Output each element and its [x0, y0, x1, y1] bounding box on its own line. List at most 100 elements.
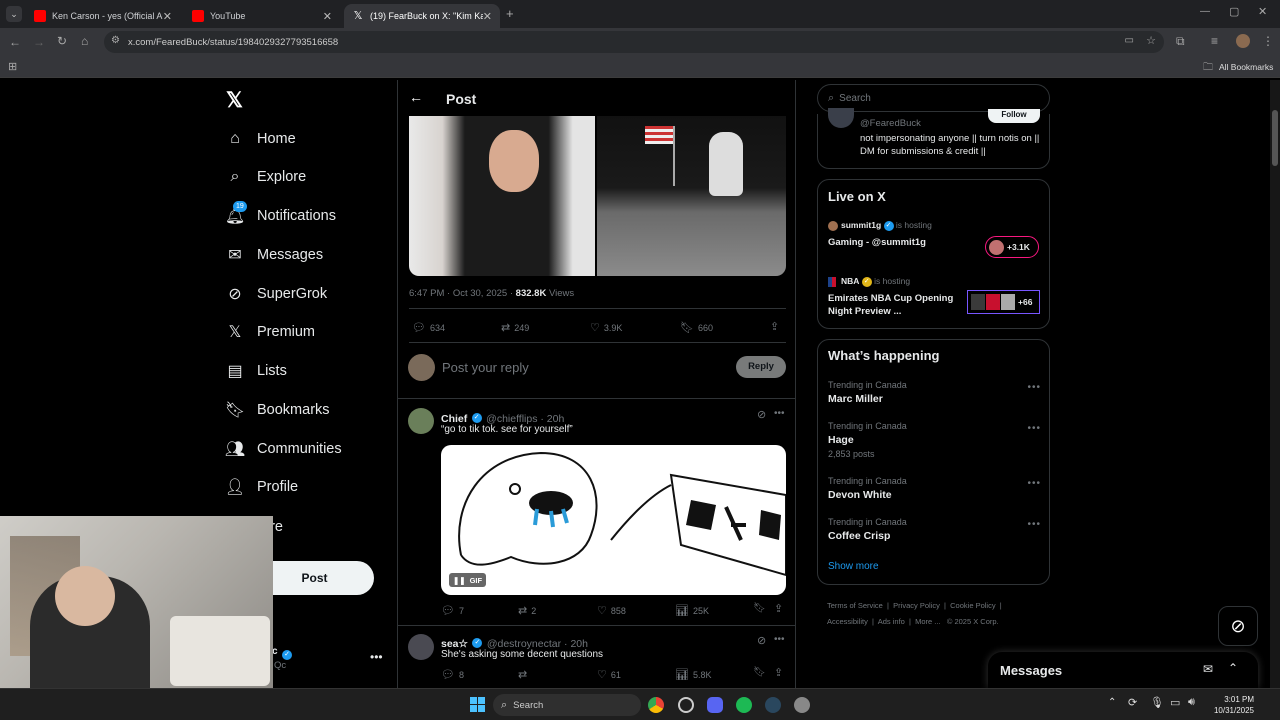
- settings-icon[interactable]: [794, 697, 810, 713]
- more-icon[interactable]: •••: [774, 408, 785, 419]
- reload-icon[interactable]: ↻: [57, 34, 67, 48]
- mic-icon[interactable]: 🎙︎: [1150, 696, 1164, 709]
- trend-item[interactable]: Trending in Canada Marc Miller •••: [828, 380, 1041, 416]
- repost-action[interactable]: ⇄ 2: [518, 604, 536, 617]
- nav-supergrok[interactable]: ⊘ SuperGrok: [225, 279, 327, 309]
- spotify-icon[interactable]: [736, 697, 752, 713]
- media-icon[interactable]: ≡: [1211, 34, 1218, 48]
- apps-grid-icon[interactable]: ⊞: [8, 60, 17, 73]
- volume-icon[interactable]: 🔊︎: [1188, 696, 1195, 709]
- share-action[interactable]: ⇪: [770, 320, 783, 333]
- pause-icon[interactable]: ❚❚: [453, 576, 466, 585]
- start-button[interactable]: [470, 697, 485, 712]
- like-action[interactable]: ♡ 3.9K: [590, 321, 622, 334]
- all-bookmarks-link[interactable]: All Bookmarks: [1219, 62, 1273, 72]
- nav-messages[interactable]: ✉ Messages: [225, 240, 323, 270]
- new-tab-icon[interactable]: +: [506, 6, 514, 21]
- trend-item[interactable]: Trending in Canada Coffee Crisp •••: [828, 517, 1041, 553]
- post-image-right[interactable]: [597, 116, 786, 276]
- tray-chevron-icon[interactable]: ⌃: [1108, 697, 1116, 708]
- grok-button[interactable]: ⊘: [1218, 606, 1258, 646]
- bookmark-star-icon[interactable]: ☆: [1146, 34, 1156, 47]
- display-icon[interactable]: ▭: [1170, 696, 1180, 709]
- messages-dock[interactable]: Messages ✉ ⌃: [988, 652, 1258, 688]
- close-tab-icon[interactable]: ✕: [483, 10, 492, 23]
- minimize-icon[interactable]: —: [1200, 6, 1210, 17]
- reply-action[interactable]: 💬︎ 634: [412, 321, 445, 334]
- nav-explore[interactable]: ⌕ Explore: [225, 162, 307, 192]
- url-bar[interactable]: ⚙ x.com/FearedBuck/status/19840293277935…: [104, 31, 1164, 53]
- footer-link[interactable]: Cookie Policy: [950, 601, 995, 610]
- footer-link[interactable]: Ads info: [878, 617, 905, 626]
- post-image-left[interactable]: [409, 116, 595, 276]
- bookmark-action[interactable]: 🔖︎ 660: [680, 321, 713, 334]
- more-icon[interactable]: •••: [1027, 382, 1041, 393]
- grok-icon[interactable]: ⊘: [757, 408, 766, 421]
- nav-bookmarks[interactable]: 🔖︎ Bookmarks: [225, 395, 330, 425]
- grok-icon[interactable]: ⊘: [757, 634, 766, 647]
- maximize-icon[interactable]: ▢: [1229, 5, 1239, 18]
- nav-communities[interactable]: 👥︎ Communities: [225, 434, 342, 464]
- like-action[interactable]: ♡ 61: [597, 668, 621, 681]
- browser-tab[interactable]: YouTube ✕: [184, 4, 340, 28]
- reply-gif[interactable]: ❚❚ GIF: [441, 445, 786, 595]
- browser-tab[interactable]: Ken Carson - yes (Official Audio ✕: [26, 4, 180, 28]
- gif-badge[interactable]: ❚❚ GIF: [449, 573, 487, 587]
- page-scrollbar[interactable]: [1270, 80, 1280, 688]
- clock[interactable]: 3:01 PM 10/31/2025: [1208, 694, 1254, 716]
- account-menu-icon[interactable]: •••: [370, 650, 383, 664]
- nav-profile[interactable]: 👤︎ Profile: [225, 472, 298, 502]
- footer-link[interactable]: More ...: [915, 617, 940, 626]
- share-icon[interactable]: ⇪: [774, 666, 783, 679]
- close-tab-icon[interactable]: ✕: [163, 10, 172, 23]
- footer-link[interactable]: Terms of Service: [827, 601, 883, 610]
- tab-menu-icon[interactable]: ⌄: [6, 6, 22, 22]
- app-icon[interactable]: [678, 697, 694, 713]
- reply-tweet[interactable]: Chief ✓ @chiefflips · 20h ⊘ ••• “go to t…: [398, 399, 795, 625]
- expand-icon[interactable]: ⌃: [1228, 661, 1238, 675]
- forward-icon[interactable]: →: [33, 35, 45, 49]
- network-icon[interactable]: ⟳: [1128, 696, 1137, 709]
- bookmark-icon[interactable]: 🔖︎: [753, 603, 766, 614]
- trend-item[interactable]: Trending in Canada Devon White •••: [828, 476, 1041, 512]
- live-item[interactable]: summit1g ✓ is hosting Gaming - @summit1g…: [828, 220, 1041, 262]
- extensions-icon[interactable]: ⧉: [1176, 34, 1185, 49]
- site-info-icon[interactable]: ⚙: [111, 35, 120, 46]
- like-action[interactable]: ♡ 858: [597, 604, 626, 617]
- trend-item[interactable]: Trending in Canada Hage 2,853 posts •••: [828, 421, 1041, 465]
- back-icon[interactable]: ←: [9, 35, 21, 49]
- more-icon[interactable]: •••: [1027, 423, 1041, 434]
- more-icon[interactable]: •••: [1027, 519, 1041, 530]
- show-more-link[interactable]: Show more: [828, 561, 879, 572]
- repost-action[interactable]: ⇄: [518, 668, 531, 681]
- browser-menu-icon[interactable]: ⋮: [1262, 34, 1274, 48]
- home-icon[interactable]: ⌂: [81, 34, 88, 48]
- close-tab-icon[interactable]: ✕: [323, 10, 332, 23]
- reply-button[interactable]: Reply: [736, 356, 786, 378]
- footer-link[interactable]: Accessibility: [827, 617, 868, 626]
- more-icon[interactable]: •••: [1027, 478, 1041, 489]
- repost-action[interactable]: ⇄ 249: [501, 321, 529, 334]
- reply-tweet[interactable]: sea☆ ✓ @destroynectar · 20h ⊘ ••• She's …: [398, 626, 795, 688]
- views-action[interactable]: 📊︎ 25K: [675, 604, 709, 617]
- more-icon[interactable]: •••: [774, 634, 785, 645]
- reply-input[interactable]: Post your reply: [442, 360, 529, 375]
- nav-notifications[interactable]: 🔔︎ 19 Notifications: [225, 201, 336, 231]
- chrome-icon[interactable]: [648, 697, 664, 713]
- nav-home[interactable]: ⌂ Home: [225, 124, 296, 154]
- x-logo-icon[interactable]: 𝕏: [226, 88, 243, 113]
- live-item[interactable]: NBA ✓ is hosting Emirates NBA Cup Openin…: [828, 276, 1041, 320]
- reply-action[interactable]: 💬︎ 8: [441, 668, 464, 681]
- discord-icon[interactable]: [707, 697, 723, 713]
- close-window-icon[interactable]: ✕: [1258, 5, 1267, 18]
- footer-link[interactable]: Privacy Policy: [893, 601, 940, 610]
- reply-action[interactable]: 💬︎ 7: [441, 604, 464, 617]
- share-icon[interactable]: ⇪: [774, 602, 783, 615]
- new-message-icon[interactable]: ✉: [1203, 662, 1213, 676]
- steam-icon[interactable]: [765, 697, 781, 713]
- views-action[interactable]: 📊︎ 5.8K: [675, 668, 711, 681]
- taskbar-search[interactable]: ⌕ Search: [493, 694, 641, 716]
- browser-tab-active[interactable]: 𝕏 (19) FearBuck on X: "Kim Karda ✕: [344, 4, 500, 28]
- nav-premium[interactable]: 𝕏 Premium: [225, 317, 315, 347]
- follow-button[interactable]: Follow: [988, 109, 1040, 123]
